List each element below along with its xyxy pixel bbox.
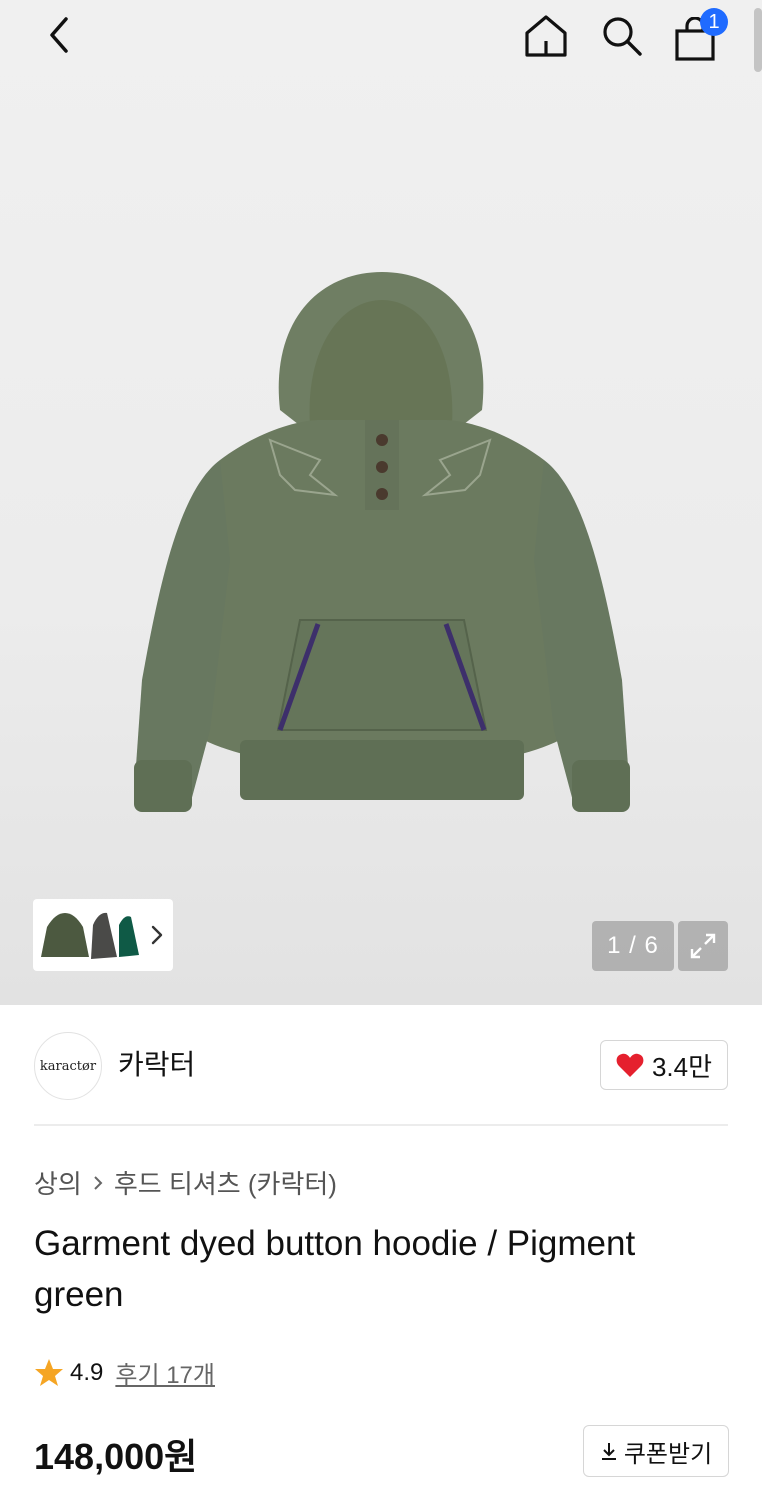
expand-icon <box>690 933 716 959</box>
top-navigation-bar: 1 <box>0 0 762 75</box>
rating-value: 4.9 <box>70 1358 104 1386</box>
expand-button[interactable] <box>678 921 728 971</box>
product-title: Garment dyed button hoodie / Pigment gre… <box>34 1224 636 1314</box>
coupon-button[interactable]: 쿠폰받기 <box>583 1425 729 1477</box>
cart-button[interactable]: 1 <box>670 8 730 64</box>
breadcrumb-category[interactable]: 상의 <box>34 1164 82 1201</box>
search-icon <box>603 17 642 56</box>
home-icon <box>525 15 567 57</box>
brand-logo[interactable]: karactør <box>34 1032 102 1100</box>
rating-row: 4.9 후기 17개 <box>34 1355 215 1390</box>
cart-count-badge: 1 <box>700 8 728 36</box>
search-button[interactable] <box>594 8 650 64</box>
breadcrumb: 상의 후드 티셔츠 (카락터) <box>34 1164 337 1201</box>
product-image-gallery[interactable]: 1 1 / 6 <box>0 0 762 1005</box>
image-counter: 1 / 6 <box>592 921 674 971</box>
divider <box>34 1124 728 1126</box>
chevron-right-icon[interactable] <box>149 921 165 949</box>
review-link[interactable]: 후기 17개 <box>115 1355 215 1390</box>
chevron-right-icon <box>94 1175 103 1190</box>
thumbnail-green[interactable] <box>39 907 91 965</box>
scrollbar[interactable] <box>754 8 762 72</box>
heart-icon <box>616 1053 644 1077</box>
breadcrumb-subcategory[interactable]: 후드 티셔츠 (카락터) <box>114 1164 337 1201</box>
product-price: 148,000원 <box>34 1436 198 1477</box>
chevron-left-icon <box>50 17 68 53</box>
thumbnail-teal[interactable] <box>117 907 141 965</box>
home-button[interactable] <box>518 8 574 64</box>
product-photo <box>134 272 630 812</box>
star-icon <box>35 1358 63 1386</box>
brand-logo-text: karactør <box>39 1058 97 1074</box>
thumbnail-charcoal[interactable] <box>89 907 119 965</box>
coupon-label: 쿠폰받기 <box>623 1440 713 1468</box>
brand-row: karactør 카락터 3.4만 <box>0 1005 762 1125</box>
like-button[interactable]: 3.4만 <box>600 1040 728 1090</box>
download-icon <box>601 1443 616 1460</box>
brand-name[interactable]: 카락터 <box>118 1043 195 1083</box>
back-button[interactable] <box>34 10 84 60</box>
like-count: 3.4만 <box>651 1051 713 1082</box>
thumbnail-strip[interactable] <box>33 899 173 971</box>
